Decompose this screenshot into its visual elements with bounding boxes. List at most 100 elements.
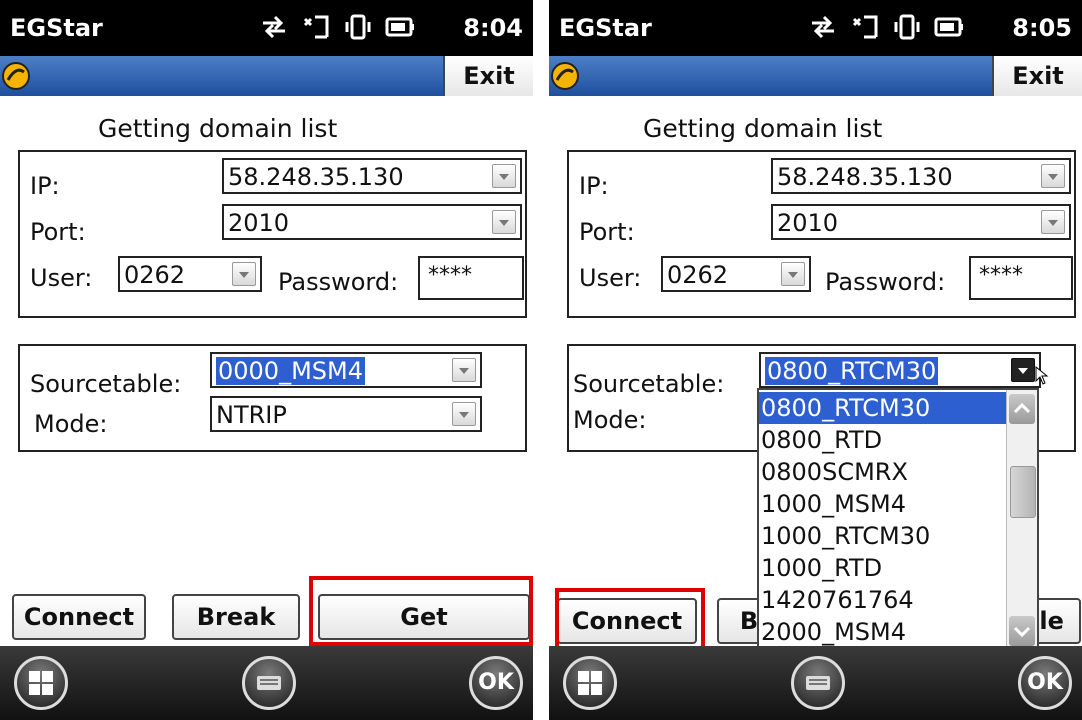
exit-button[interactable]: Exit bbox=[443, 56, 533, 96]
port-combo[interactable]: 2010 bbox=[771, 204, 1071, 240]
dropdown-option[interactable]: 1420761764 bbox=[759, 584, 1011, 616]
sourcetable-dropdown-list[interactable]: 0800_RTCM30 0800_RTD 0800SCMRX 1000_MSM4… bbox=[757, 388, 1039, 652]
vibrate-icon bbox=[345, 14, 371, 40]
password-field[interactable]: **** bbox=[418, 256, 524, 300]
clock: 8:05 bbox=[1012, 14, 1072, 42]
port-value: 2010 bbox=[228, 209, 290, 237]
dropdown-option[interactable]: 1000_RTCM30 bbox=[759, 520, 1011, 552]
screen-right: EGStar 8:05 Exit Getting domain list IP:… bbox=[549, 0, 1082, 720]
chevron-down-icon[interactable] bbox=[452, 358, 476, 382]
port-label: Port: bbox=[579, 218, 635, 246]
user-value: 0262 bbox=[667, 261, 729, 289]
exit-button[interactable]: Exit bbox=[992, 56, 1082, 96]
status-icons bbox=[259, 12, 415, 42]
port-combo[interactable]: 2010 bbox=[222, 204, 522, 240]
chevron-down-icon bbox=[1013, 626, 1031, 638]
ok-button[interactable]: OK bbox=[469, 656, 523, 710]
chevron-down-icon[interactable] bbox=[452, 402, 476, 426]
windows-logo-icon bbox=[29, 671, 53, 695]
ip-value: 58.248.35.130 bbox=[228, 163, 404, 191]
dropdown-option[interactable]: 1000_RTD bbox=[759, 552, 1011, 584]
port-value: 2010 bbox=[777, 209, 839, 237]
user-combo[interactable]: 0262 bbox=[661, 256, 811, 292]
mode-combo[interactable]: NTRIP bbox=[210, 396, 482, 432]
user-label: User: bbox=[30, 264, 93, 292]
status-bar: EGStar 8:05 bbox=[549, 0, 1082, 56]
user-value: 0262 bbox=[124, 261, 186, 289]
scroll-up-button[interactable] bbox=[1009, 394, 1035, 424]
mode-label: Mode: bbox=[573, 406, 647, 434]
connection-settings-group: IP: 58.248.35.130 Port: 2010 User: 0262 … bbox=[18, 150, 527, 318]
keyboard-button[interactable] bbox=[242, 656, 296, 710]
sourcetable-value: 0000_MSM4 bbox=[216, 357, 365, 385]
title-bar: Exit bbox=[549, 56, 1082, 96]
dropdown-option[interactable]: 1000_MSM4 bbox=[759, 488, 1011, 520]
status-bar: EGStar 8:04 bbox=[0, 0, 533, 56]
dropdown-option[interactable]: 0800SCMRX bbox=[759, 456, 1011, 488]
vibrate-icon bbox=[894, 14, 920, 40]
scroll-thumb[interactable] bbox=[1010, 466, 1036, 518]
keyboard-icon bbox=[257, 676, 281, 690]
user-combo[interactable]: 0262 bbox=[118, 256, 262, 292]
chevron-up-icon bbox=[1013, 402, 1031, 414]
sourcetable-label: Sourcetable: bbox=[30, 370, 182, 398]
chevron-down-icon[interactable] bbox=[232, 262, 256, 286]
no-signal-icon bbox=[852, 15, 878, 39]
password-field[interactable]: **** bbox=[969, 256, 1073, 300]
ip-combo[interactable]: 58.248.35.130 bbox=[771, 158, 1071, 194]
keyboard-button[interactable] bbox=[791, 656, 845, 710]
mode-value: NTRIP bbox=[216, 401, 287, 429]
chevron-down-icon[interactable] bbox=[492, 210, 516, 234]
ip-combo[interactable]: 58.248.35.130 bbox=[222, 158, 522, 194]
chevron-down-icon[interactable] bbox=[492, 164, 516, 188]
ip-label: IP: bbox=[579, 172, 609, 200]
start-button[interactable] bbox=[14, 656, 68, 710]
connection-settings-group: IP: 58.248.35.130 Port: 2010 User: 0262 … bbox=[567, 150, 1076, 318]
dropdown-option[interactable]: 2000_MSM4 bbox=[759, 616, 1011, 648]
taskbar: OK bbox=[0, 646, 533, 720]
chevron-down-icon[interactable] bbox=[1041, 164, 1065, 188]
clock: 8:04 bbox=[463, 14, 523, 42]
app-logo-icon bbox=[2, 62, 30, 90]
sourcetable-label: Sourcetable: bbox=[573, 370, 725, 398]
chevron-down-icon[interactable] bbox=[781, 262, 805, 286]
chevron-down-icon[interactable] bbox=[1041, 210, 1065, 234]
page-heading: Getting domain list bbox=[643, 114, 883, 143]
ip-label: IP: bbox=[30, 172, 60, 200]
app-name: EGStar bbox=[10, 14, 103, 42]
start-button[interactable] bbox=[563, 656, 617, 710]
windows-logo-icon bbox=[578, 671, 602, 695]
chevron-down-icon[interactable] bbox=[1011, 358, 1035, 382]
connection-icon bbox=[812, 15, 834, 39]
break-button[interactable]: Break bbox=[172, 594, 300, 640]
app-name: EGStar bbox=[559, 14, 652, 42]
dropdown-option[interactable]: 0800_RTD bbox=[759, 424, 1011, 456]
sourcetable-value: 0800_RTCM30 bbox=[765, 357, 939, 385]
user-label: User: bbox=[579, 264, 642, 292]
scroll-down-button[interactable] bbox=[1009, 616, 1035, 646]
sourcetable-group: Sourcetable: 0000_MSM4 Mode: NTRIP bbox=[18, 344, 527, 452]
keyboard-icon bbox=[806, 676, 830, 690]
battery-icon bbox=[934, 17, 963, 37]
title-bar: Exit bbox=[0, 56, 533, 96]
sourcetable-combo[interactable]: 0000_MSM4 bbox=[210, 352, 482, 388]
mode-label: Mode: bbox=[34, 410, 108, 438]
ok-button[interactable]: OK bbox=[1018, 656, 1072, 710]
status-icons bbox=[808, 12, 964, 42]
password-label: Password: bbox=[278, 268, 399, 296]
app-logo-icon bbox=[551, 62, 579, 90]
dropdown-scrollbar[interactable] bbox=[1006, 390, 1037, 650]
ip-value: 58.248.35.130 bbox=[777, 163, 953, 191]
screen-left: EGStar 8:04 Exit Getting domain list IP:… bbox=[0, 0, 533, 720]
taskbar: OK bbox=[549, 646, 1082, 720]
dropdown-option[interactable]: 0800_RTCM30 bbox=[759, 392, 1011, 424]
connection-icon bbox=[263, 15, 285, 39]
page-heading: Getting domain list bbox=[98, 114, 338, 143]
highlight-box bbox=[309, 576, 533, 646]
port-label: Port: bbox=[30, 218, 86, 246]
sourcetable-combo[interactable]: 0800_RTCM30 bbox=[759, 352, 1049, 388]
mouse-cursor-icon bbox=[1035, 366, 1049, 385]
password-label: Password: bbox=[825, 268, 946, 296]
battery-icon bbox=[385, 17, 414, 37]
connect-button[interactable]: Connect bbox=[12, 594, 146, 640]
